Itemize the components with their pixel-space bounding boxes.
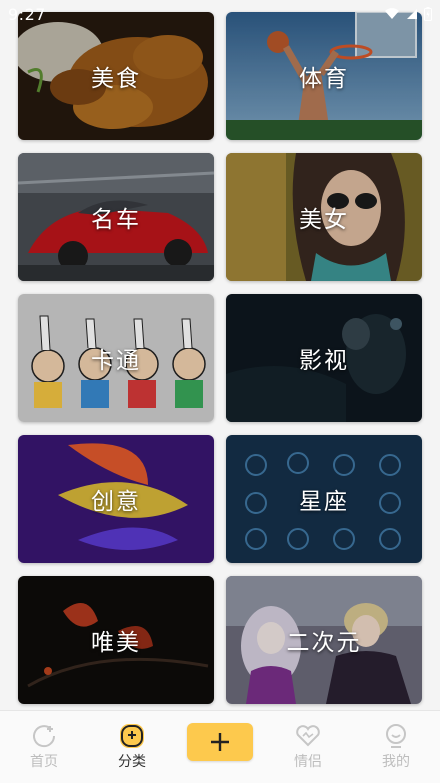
category-card-aesthetic[interactable]: 唯美 <box>18 576 214 704</box>
battery-icon <box>424 7 432 21</box>
nav-category[interactable]: 分类 <box>88 711 176 783</box>
category-label: 唯美 <box>91 630 141 656</box>
nav-category-label: 分类 <box>118 754 146 770</box>
category-label: 美食 <box>91 66 141 92</box>
category-card-food[interactable]: 美食 <box>18 12 214 140</box>
plus-icon <box>211 733 229 751</box>
category-label: 创意 <box>91 489 141 515</box>
signal-icon <box>407 9 417 19</box>
category-label: 体育 <box>299 66 349 92</box>
add-button[interactable] <box>187 723 253 761</box>
category-label: 星座 <box>299 489 349 515</box>
category-icon <box>120 724 144 748</box>
home-icon <box>33 725 56 748</box>
nav-add-wrap <box>176 711 264 761</box>
category-card-cartoon[interactable]: 卡通 <box>18 294 214 422</box>
wifi-icon <box>385 8 399 19</box>
category-card-anime[interactable]: 二次元 <box>226 576 422 704</box>
profile-icon <box>386 724 406 748</box>
category-grid: 美食 体育 名车 美女 卡通 影视 创意 星座 唯美 二次元 <box>18 12 422 704</box>
nav-mine-label: 我的 <box>382 754 410 770</box>
category-label: 美女 <box>299 207 349 233</box>
category-card-sports[interactable]: 体育 <box>226 12 422 140</box>
category-card-cars[interactable]: 名车 <box>18 153 214 281</box>
nav-couple-label: 情侣 <box>294 754 322 770</box>
status-time: 9:27 <box>8 4 46 24</box>
status-icons <box>384 7 432 21</box>
category-label: 卡通 <box>91 348 141 374</box>
category-card-zodiac[interactable]: 星座 <box>226 435 422 563</box>
nav-couple[interactable]: 情侣 <box>264 711 352 783</box>
category-label: 二次元 <box>286 630 362 656</box>
nav-home-label: 首页 <box>30 754 58 770</box>
category-card-creative[interactable]: 创意 <box>18 435 214 563</box>
heart-icon <box>296 725 320 747</box>
category-label: 名车 <box>91 207 141 233</box>
category-card-movies[interactable]: 影视 <box>226 294 422 422</box>
category-label: 影视 <box>299 348 349 374</box>
category-card-beauty[interactable]: 美女 <box>226 153 422 281</box>
nav-mine[interactable]: 我的 <box>352 711 440 783</box>
bottom-nav: 首页 分类 情侣 我的 <box>0 710 440 783</box>
nav-home[interactable]: 首页 <box>0 711 88 783</box>
status-bar: 9:27 <box>0 0 440 28</box>
